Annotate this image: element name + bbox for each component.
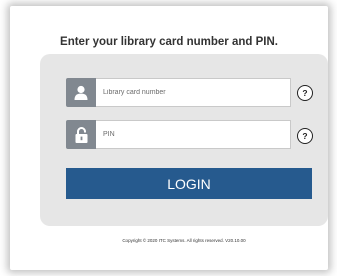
lock-icon xyxy=(66,120,96,149)
pin-input[interactable] xyxy=(96,120,291,149)
user-icon xyxy=(66,78,96,107)
page-title: Enter your library card number and PIN. xyxy=(60,36,278,48)
login-panel: ? ? LOGIN xyxy=(40,54,328,226)
card-number-help-icon[interactable]: ? xyxy=(297,85,313,101)
copyright-text: Copyright © 2020 ITC Systems. All rights… xyxy=(122,238,246,243)
pin-help-icon[interactable]: ? xyxy=(297,128,313,144)
login-button[interactable]: LOGIN xyxy=(66,168,312,199)
card-number-input[interactable] xyxy=(96,78,291,107)
pin-row xyxy=(66,120,291,149)
card-number-row xyxy=(66,78,291,107)
login-dialog: Enter your library card number and PIN. … xyxy=(10,6,328,270)
